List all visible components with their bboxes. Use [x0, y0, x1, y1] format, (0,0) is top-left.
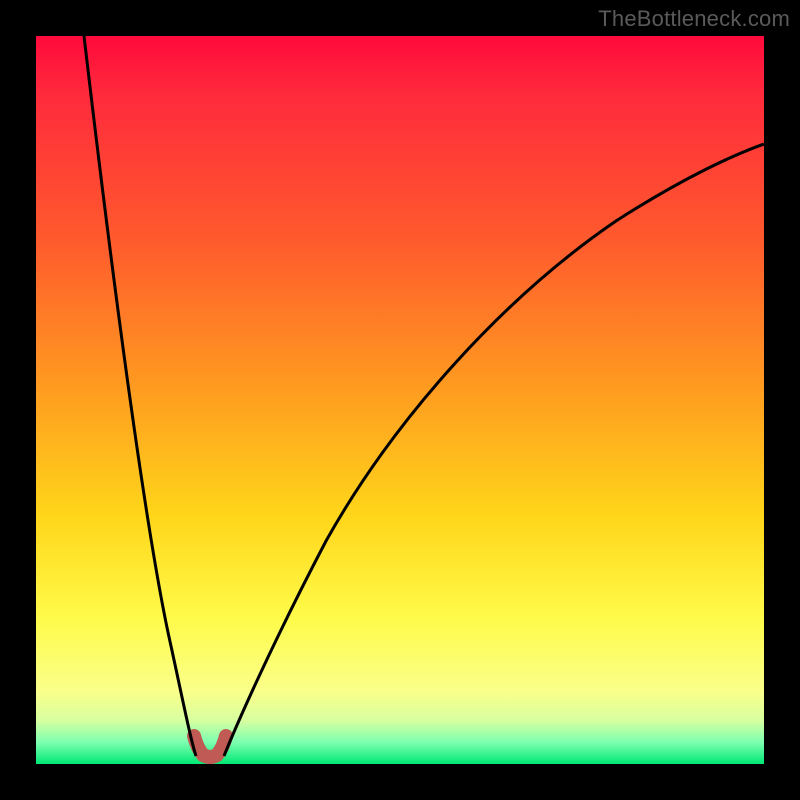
watermark-label: TheBottleneck.com — [598, 6, 790, 32]
right-branch-curve — [224, 144, 764, 756]
plot-area — [36, 36, 764, 764]
trough-marker — [194, 736, 226, 757]
chart-frame: TheBottleneck.com — [0, 0, 800, 800]
left-branch-curve — [84, 36, 196, 756]
curve-layer — [36, 36, 764, 764]
